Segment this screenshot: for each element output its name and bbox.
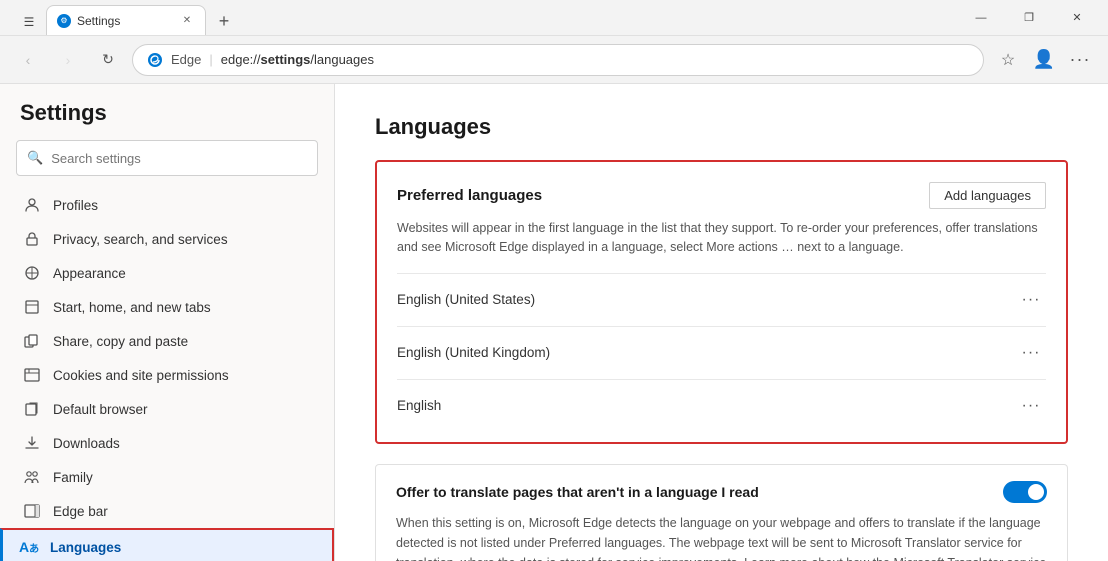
back-button[interactable]: ‹	[12, 44, 44, 76]
main-layout: Settings 🔍 Profiles Privacy, search, and…	[0, 84, 1108, 561]
title-bar: ☰ ⚙ Settings ✕ + — ❐ ✕	[0, 0, 1108, 36]
sidebar-item-label: Profiles	[53, 198, 98, 213]
languages-icon: Aあ	[20, 538, 38, 556]
sidebar-item-default-browser[interactable]: Default browser	[0, 392, 334, 426]
sidebar-item-label: Cookies and site permissions	[53, 368, 229, 383]
close-button[interactable]: ✕	[1054, 2, 1100, 34]
sidebar-item-profiles[interactable]: Profiles	[0, 188, 334, 222]
content-area: Languages Preferred languages Add langua…	[335, 84, 1108, 561]
sidebar-item-label: Languages	[50, 540, 121, 555]
language-name-0: English (United States)	[397, 292, 535, 307]
languages-list: English (United States) ··· English (Uni…	[377, 273, 1066, 432]
refresh-button[interactable]: ↻	[92, 44, 124, 76]
language-name-2: English	[397, 398, 441, 413]
downloads-icon	[23, 434, 41, 452]
language-item-2: English ···	[397, 379, 1046, 432]
address-bar: ‹ › ↻ Edge | edge://settings/languages ☆…	[0, 36, 1108, 84]
sidebar-item-label: Share, copy and paste	[53, 334, 188, 349]
edge-bar-icon	[23, 502, 41, 520]
share-copy-icon	[23, 332, 41, 350]
tab-strip: ☰ ⚙ Settings ✕ +	[8, 0, 958, 35]
cookies-icon	[23, 366, 41, 384]
search-box[interactable]: 🔍	[16, 140, 318, 176]
favorites-icon[interactable]: ☆	[992, 44, 1024, 76]
preferred-languages-section: Preferred languages Add languages Websit…	[375, 160, 1068, 444]
tab-title: Settings	[77, 14, 120, 28]
page-title: Languages	[375, 114, 1068, 140]
search-input[interactable]	[51, 151, 307, 166]
sidebar-item-privacy[interactable]: Privacy, search, and services	[0, 222, 334, 256]
section-header: Preferred languages Add languages	[397, 182, 1046, 209]
language-item-1: English (United Kingdom) ···	[397, 326, 1046, 379]
sidebar-item-languages[interactable]: Aあ Languages	[0, 528, 334, 561]
sidebar-item-family[interactable]: Family	[0, 460, 334, 494]
language-more-button-0[interactable]: ···	[1016, 288, 1046, 312]
address-input[interactable]: Edge | edge://settings/languages	[132, 44, 984, 76]
edge-logo-icon	[147, 52, 163, 68]
language-more-button-1[interactable]: ···	[1016, 341, 1046, 365]
active-tab[interactable]: ⚙ Settings ✕	[46, 5, 206, 35]
translate-desc: When this setting is on, Microsoft Edge …	[396, 513, 1047, 561]
translate-toggle[interactable]	[1003, 481, 1047, 503]
sidebar-item-label: Appearance	[53, 266, 126, 281]
language-name-1: English (United Kingdom)	[397, 345, 550, 360]
translate-section: Offer to translate pages that aren't in …	[375, 464, 1068, 561]
sidebar-title: Settings	[0, 100, 334, 140]
minimize-button[interactable]: —	[958, 2, 1004, 34]
profiles-icon	[23, 196, 41, 214]
window-controls: — ❐ ✕	[958, 2, 1100, 34]
family-icon	[23, 468, 41, 486]
add-languages-button[interactable]: Add languages	[929, 182, 1046, 209]
search-icon: 🔍	[27, 150, 43, 166]
sidebar-item-downloads[interactable]: Downloads	[0, 426, 334, 460]
sidebar-item-label: Edge bar	[53, 504, 108, 519]
start-home-icon	[23, 298, 41, 316]
language-item-0: English (United States) ···	[397, 273, 1046, 326]
appearance-icon	[23, 264, 41, 282]
translate-title: Offer to translate pages that aren't in …	[396, 484, 1003, 500]
sidebar-item-label: Privacy, search, and services	[53, 232, 228, 247]
default-browser-icon	[23, 400, 41, 418]
sidebar-item-label: Family	[53, 470, 93, 485]
sidebar-item-label: Start, home, and new tabs	[53, 300, 211, 315]
sidebar-toggle[interactable]: ☰	[16, 9, 42, 35]
maximize-button[interactable]: ❐	[1006, 2, 1052, 34]
privacy-icon	[23, 230, 41, 248]
sidebar-item-share-copy[interactable]: Share, copy and paste	[0, 324, 334, 358]
new-tab-button[interactable]: +	[210, 7, 238, 35]
preferred-languages-title: Preferred languages	[397, 187, 542, 204]
toolbar-icons: ☆ 👤 ···	[992, 44, 1096, 76]
sidebar-item-cookies[interactable]: Cookies and site permissions	[0, 358, 334, 392]
forward-button[interactable]: ›	[52, 44, 84, 76]
tab-icon: ⚙	[57, 14, 71, 28]
preferred-languages-desc: Websites will appear in the first langua…	[397, 219, 1046, 257]
url-separator: |	[209, 52, 212, 67]
tab-close-button[interactable]: ✕	[179, 13, 195, 29]
language-more-button-2[interactable]: ···	[1016, 394, 1046, 418]
more-icon[interactable]: ···	[1064, 44, 1096, 76]
sidebar-item-start-home[interactable]: Start, home, and new tabs	[0, 290, 334, 324]
edge-brand-label: Edge	[171, 52, 201, 67]
sidebar-item-edge-bar[interactable]: Edge bar	[0, 494, 334, 528]
sidebar: Settings 🔍 Profiles Privacy, search, and…	[0, 84, 335, 561]
url-display: edge://settings/languages	[221, 52, 374, 67]
sidebar-item-appearance[interactable]: Appearance	[0, 256, 334, 290]
translate-header: Offer to translate pages that aren't in …	[396, 481, 1047, 503]
profile-icon[interactable]: 👤	[1028, 44, 1060, 76]
sidebar-item-label: Downloads	[53, 436, 120, 451]
sidebar-item-label: Default browser	[53, 402, 148, 417]
